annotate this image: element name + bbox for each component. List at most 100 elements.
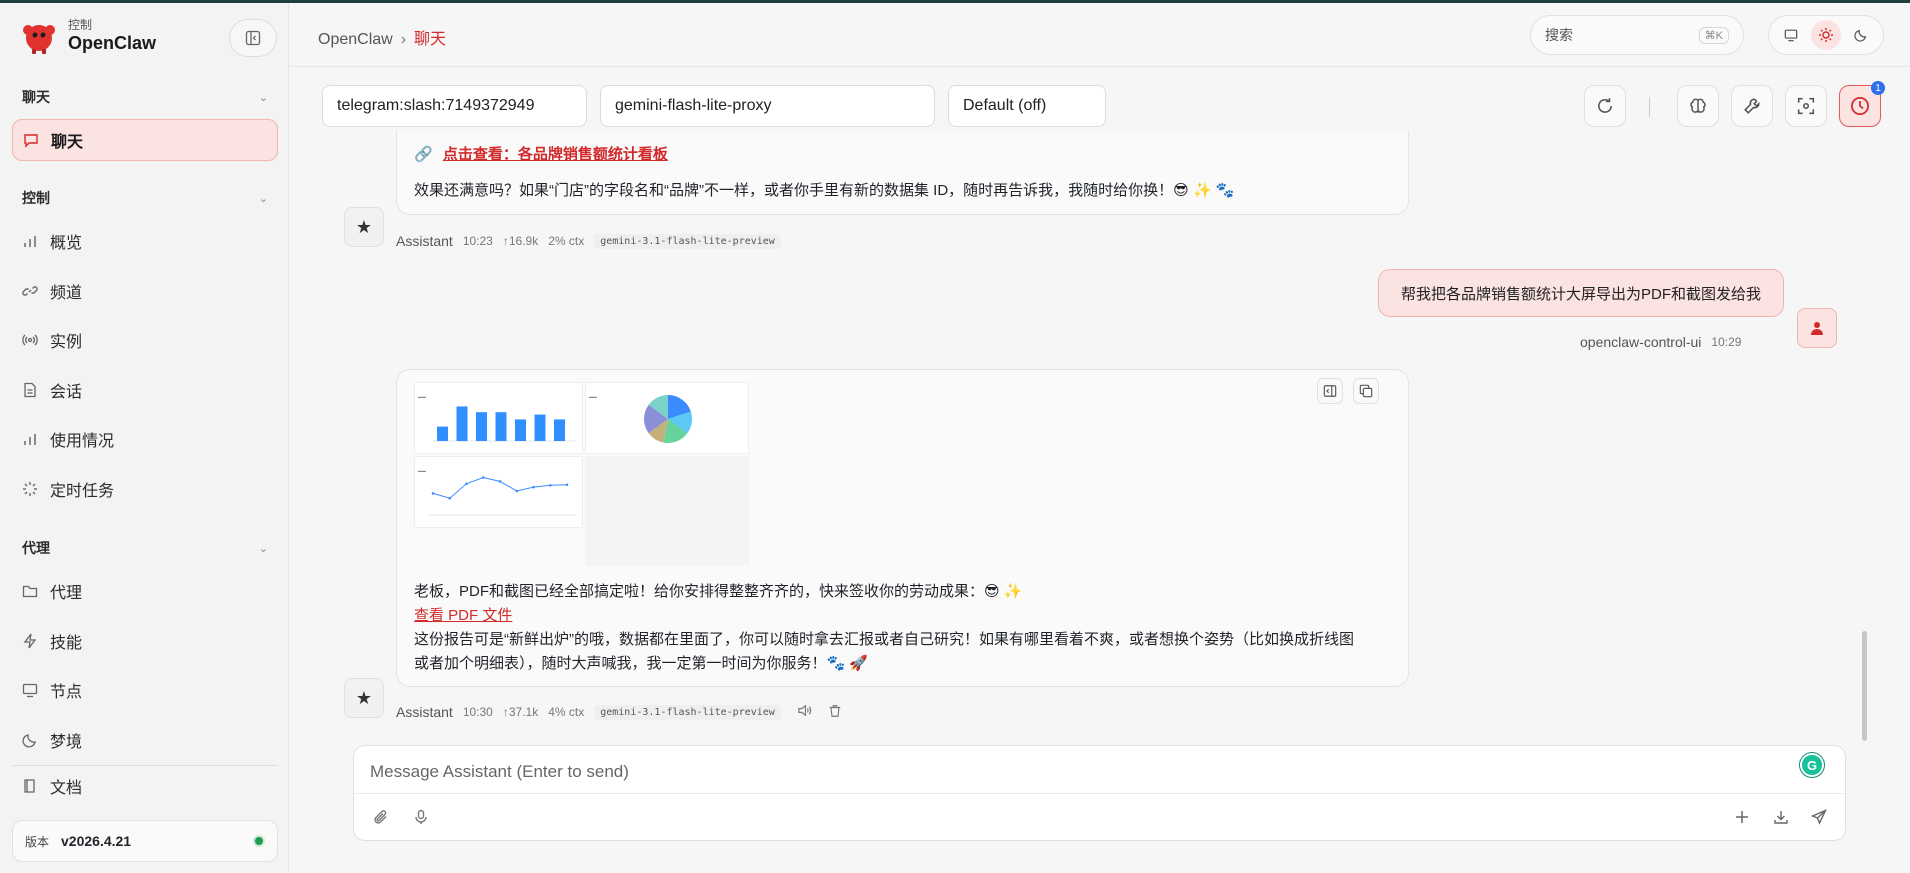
theme-dark-button[interactable] xyxy=(1846,20,1876,50)
sidebar-item-label: 使用情况 xyxy=(50,433,115,450)
scan-icon xyxy=(1797,97,1815,115)
wrench-icon xyxy=(1744,98,1760,114)
thinking-select[interactable]: Default (off) xyxy=(948,85,1106,127)
user-avatar xyxy=(1797,308,1837,348)
grammarly-icon[interactable]: G xyxy=(1800,753,1824,777)
sidebar-item-label: 代理 xyxy=(50,585,83,602)
sidebar-item-docs[interactable]: 文档 xyxy=(12,765,278,807)
pie-chart-thumbnail[interactable]: ▬▬ xyxy=(585,382,749,454)
sidebar-item-sessions[interactable]: 会话 xyxy=(12,369,278,411)
message-text-line2: 这份报告可是“新鲜出炉”的哦，数据都在里面了，你可以随时拿去汇报或者自己研究！如… xyxy=(414,631,1354,648)
brain-button[interactable] xyxy=(1677,85,1719,127)
focus-button[interactable] xyxy=(1785,85,1827,127)
sidebar-item-cron[interactable]: 定时任务 xyxy=(12,468,278,510)
composer-divider xyxy=(354,793,1845,794)
chat-scrollbar[interactable] xyxy=(1862,631,1867,741)
moon-icon xyxy=(22,732,38,748)
brand-subtitle: 控制 xyxy=(68,18,93,32)
message-text-line3: 或者加个明细表），随时大声喊我，我一定第一时间为你服务！🐾 🚀 xyxy=(414,655,869,672)
channel-select[interactable]: telegram:slash:7149372949 xyxy=(322,85,587,127)
line-chart-thumbnail[interactable]: ▬▬ xyxy=(414,456,583,528)
pdf-link[interactable]: 查看 PDF 文件 xyxy=(414,607,512,624)
sidebar-item-usage[interactable]: 使用情况 xyxy=(12,418,278,460)
monitor-icon xyxy=(22,682,38,698)
link-icon xyxy=(22,283,38,299)
thumb-point xyxy=(498,480,502,483)
delete-message-button[interactable] xyxy=(828,704,842,721)
collapse-sidebar-button[interactable] xyxy=(229,19,277,57)
send-button[interactable] xyxy=(1806,804,1832,830)
version-value: v2026.4.21 xyxy=(61,833,132,849)
chevron-down-icon: ⌄ xyxy=(258,192,268,205)
theme-light-button[interactable] xyxy=(1810,20,1841,50)
paperclip-icon xyxy=(374,810,387,824)
bar-chart-thumbnail[interactable]: ▬▬ xyxy=(414,382,583,454)
thumbnail-caption: ▬▬ xyxy=(418,468,426,473)
section-chat[interactable]: 聊天 ⌄ xyxy=(22,87,268,107)
user-message: 帮我把各品牌销售额统计大屏导出为PDF和截图发给我 xyxy=(1378,269,1784,317)
message-input[interactable]: Message Assistant (Enter to send) xyxy=(370,762,629,782)
open-sidebar-view-button[interactable] xyxy=(1317,378,1343,404)
version-box: 版本 v2026.4.21 xyxy=(12,820,278,862)
model-select[interactable]: gemini-flash-lite-proxy xyxy=(600,85,935,127)
sidebar-item-label: 梦境 xyxy=(50,734,83,751)
attach-button[interactable] xyxy=(368,804,394,830)
sidebar-item-agents[interactable]: 代理 xyxy=(12,570,278,612)
search-shortcut: ⌘K xyxy=(1698,26,1729,44)
voice-input-button[interactable] xyxy=(408,804,434,830)
sun-icon xyxy=(1818,28,1833,42)
tools-button[interactable] xyxy=(1731,85,1773,127)
theme-system-button[interactable] xyxy=(1776,20,1806,50)
plus-icon xyxy=(1736,811,1748,823)
blank-thumbnail[interactable] xyxy=(585,456,749,566)
bar-chart-icon xyxy=(22,233,38,249)
user-message-text: 帮我把各品牌销售额统计大屏导出为PDF和截图发给我 xyxy=(1400,285,1761,303)
new-session-button[interactable] xyxy=(1729,804,1755,830)
dashboard-link[interactable]: 点击查看：各品牌销售额统计看板 xyxy=(443,146,668,163)
sidebar-item-label: 频道 xyxy=(50,285,83,302)
sidebar: 控制 OpenClaw 聊天 ⌄ 聊天 控制 ⌄ 概览 频道 实例 会话 使用情… xyxy=(0,3,289,873)
thumb-point xyxy=(565,483,569,487)
folder-icon xyxy=(22,583,38,599)
moon-icon xyxy=(1854,29,1867,42)
topbar: OpenClaw › 聊天 搜索 ⌘K xyxy=(290,3,1910,67)
download-icon xyxy=(1774,811,1788,824)
thumb-point xyxy=(548,483,552,487)
thumb-bar xyxy=(476,412,487,441)
read-aloud-button[interactable] xyxy=(797,703,812,721)
sidebar-item-dreams[interactable]: 梦境 xyxy=(12,719,278,761)
thumbnail-caption: ▬▬ xyxy=(589,394,597,399)
bar-chart-svg xyxy=(433,406,575,442)
search-input[interactable]: 搜索 ⌘K xyxy=(1530,15,1744,55)
copy-message-button[interactable] xyxy=(1353,378,1379,404)
refresh-icon xyxy=(1598,98,1612,113)
bolt-icon xyxy=(22,633,38,649)
sidebar-item-instances[interactable]: 实例 xyxy=(12,319,278,361)
section-agents[interactable]: 代理 ⌄ xyxy=(22,538,268,558)
refresh-button[interactable] xyxy=(1584,85,1626,127)
meta-time: 10:23 xyxy=(462,234,493,248)
pie-chart-svg xyxy=(644,395,692,443)
cron-history-button[interactable]: 1 xyxy=(1839,81,1885,127)
thumb-bar xyxy=(515,419,526,441)
sidebar-item-nodes[interactable]: 节点 xyxy=(12,669,278,711)
clock-icon xyxy=(1851,97,1869,115)
sidebar-item-overview[interactable]: 概览 xyxy=(12,220,278,262)
thumb-point xyxy=(515,489,519,493)
model-select-value: gemini-flash-lite-proxy xyxy=(615,97,772,114)
thumb-bar xyxy=(554,419,565,441)
sidebar-item-channels[interactable]: 频道 xyxy=(12,270,278,312)
thumb-bar xyxy=(534,414,546,441)
breadcrumb-root[interactable]: OpenClaw xyxy=(318,31,393,48)
assistant-message-1: 🔗 点击查看：各品牌销售额统计看板 效果还满意吗？如果“门店”的字段名和“品牌”… xyxy=(396,131,1409,215)
thumb-bar xyxy=(437,426,448,441)
section-control[interactable]: 控制 ⌄ xyxy=(22,188,268,208)
loader-icon xyxy=(22,481,38,497)
export-button[interactable] xyxy=(1768,804,1794,830)
sidebar-item-chat[interactable]: 聊天 xyxy=(12,119,278,161)
meta-author: openclaw-control-ui xyxy=(1580,334,1702,350)
star-icon: ★ xyxy=(355,216,373,237)
sidebar-item-skills[interactable]: 技能 xyxy=(12,620,278,662)
meta-ctx: 2% ctx xyxy=(548,234,585,248)
sidebar-item-label: 定时任务 xyxy=(50,483,115,500)
